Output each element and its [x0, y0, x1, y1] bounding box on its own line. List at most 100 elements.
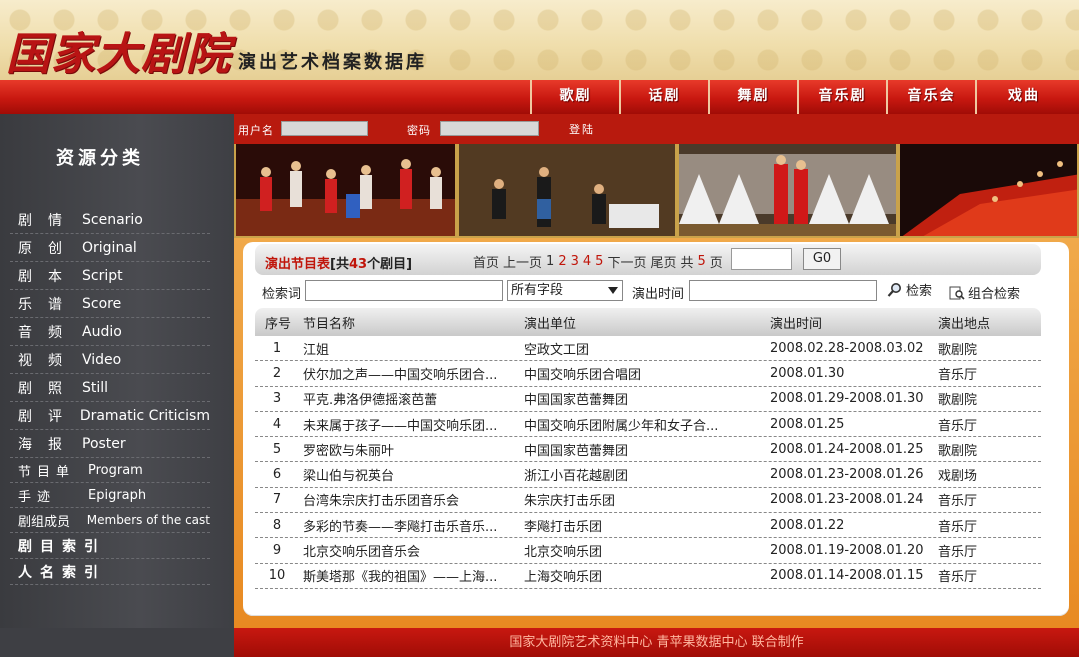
cell-name[interactable]: 罗密欧与朱丽叶 — [299, 440, 524, 459]
cell-name[interactable]: 梁山伯与祝英台 — [299, 465, 524, 484]
nav-item-dance-drama[interactable]: 舞剧 — [708, 80, 797, 114]
cell-place: 音乐厅 — [938, 367, 978, 383]
field-select[interactable]: 所有字段 — [507, 280, 623, 301]
category-en-label: Original — [82, 239, 137, 256]
table-row[interactable]: 9 北京交响乐团音乐会 北京交响乐团 2008.01.19-2008.01.20 音乐厅 — [255, 538, 1041, 564]
table-row[interactable]: 4 未来属于孩子——中国交响乐团... 中国交响乐团附属少年和女子合... 2008.… — [255, 412, 1041, 438]
category-zh-label: 原创 — [18, 240, 78, 257]
cell-no: 9 — [272, 543, 282, 559]
first-page-link[interactable]: 首页 — [473, 252, 499, 271]
category-scenario[interactable]: 剧情 Scenario — [10, 206, 210, 234]
person-index-link[interactable]: 人名索引 — [10, 559, 210, 585]
category-still[interactable]: 剧照 Still — [10, 374, 210, 402]
page-link[interactable]: 2 — [558, 254, 566, 269]
category-epigraph[interactable]: 手迹 Epigraph — [10, 483, 210, 508]
table-row[interactable]: 7 台湾朱宗庆打击乐团音乐会 朱宗庆打击乐团 2008.01.23-2008.01.2… — [255, 488, 1041, 514]
category-score[interactable]: 乐谱 Score — [10, 290, 210, 318]
cell-name[interactable]: 台湾朱宗庆打击乐团音乐会 — [299, 490, 524, 509]
cell-time: 2008.01.30 — [770, 365, 845, 381]
cell-name[interactable]: 北京交响乐团音乐会 — [299, 541, 524, 560]
page-link[interactable]: 4 — [583, 254, 591, 269]
category-en-label: Video — [82, 351, 122, 368]
page-link[interactable]: 1 — [546, 254, 554, 269]
category-en-label: Script — [82, 267, 123, 284]
category-zh-label: 视频 — [18, 352, 78, 369]
col-header-no: 序号 — [265, 316, 292, 332]
cell-name[interactable]: 未来属于孩子——中国交响乐团... — [299, 415, 524, 434]
prev-page-link[interactable]: 上一页 — [503, 252, 542, 271]
table-header: 序号 节目名称 演出单位 演出时间 演出地点 — [255, 308, 1041, 336]
category-zh-label: 剧照 — [18, 380, 78, 397]
performance-time-input[interactable] — [689, 280, 877, 301]
cell-place: 戏剧场 — [938, 469, 978, 485]
table-row[interactable]: 10 斯美塔那《我的祖国》——上海... 上海交响乐团 2008.01.14-2008… — [255, 564, 1041, 589]
nav-item-opera[interactable]: 歌剧 — [530, 80, 619, 114]
category-en-label: Members of the cast — [86, 513, 210, 527]
table-row[interactable]: 5 罗密欧与朱丽叶 中国国家芭蕾舞团 2008.01.24-2008.01.25 歌剧院 — [255, 437, 1041, 463]
cell-name[interactable]: 斯美塔那《我的祖国》——上海... — [299, 566, 524, 585]
repertoire-index-link[interactable]: 剧目索引 — [10, 533, 210, 559]
page-link[interactable]: 5 — [595, 254, 603, 269]
category-zh-label: 乐谱 — [18, 296, 78, 313]
list-title-text: 演出节目表 — [265, 257, 331, 272]
category-script[interactable]: 剧本 Script — [10, 262, 210, 290]
category-audio[interactable]: 音频 Audio — [10, 318, 210, 346]
username-input[interactable] — [281, 121, 368, 136]
sidebar-footer — [0, 628, 234, 657]
category-zh-label: 剧组成员 — [18, 514, 71, 530]
search-button-label: 检索 — [906, 284, 933, 299]
category-en-label: Dramatic Criticism — [79, 407, 210, 424]
category-en-label: Audio — [82, 323, 122, 340]
cell-unit: 中国交响乐团附属少年和女子合... — [524, 418, 719, 434]
category-members-of-cast[interactable]: 剧组成员 Members of the cast — [10, 508, 210, 533]
cell-time: 2008.01.23-2008.01.26 — [770, 467, 924, 483]
cell-name[interactable]: 伏尔加之声——中国交响乐团合... — [299, 364, 524, 383]
table-row[interactable]: 3 平克.弗洛伊德摇滚芭蕾 中国国家芭蕾舞团 2008.01.29-2008.01.3… — [255, 387, 1041, 412]
advanced-search-button[interactable]: 组合检索 — [949, 283, 1020, 302]
category-zh-label: 节目单 — [18, 464, 76, 480]
category-dramatic-criticism[interactable]: 剧评 Dramatic Criticism — [10, 402, 210, 430]
nav-item-drama[interactable]: 话剧 — [619, 80, 708, 114]
password-label: 密码 — [407, 124, 431, 137]
cell-no: 2 — [272, 365, 282, 381]
count-suffix: 个剧目] — [367, 257, 413, 272]
table-row[interactable]: 2 伏尔加之声——中国交响乐团合... 中国交响乐团合唱团 2008.01.30 音乐厅 — [255, 361, 1041, 387]
col-header-unit: 演出单位 — [524, 316, 577, 332]
login-button[interactable]: 登陆 — [569, 121, 595, 137]
cell-unit: 中国国家芭蕾舞团 — [524, 443, 629, 459]
stage-photo-concert — [898, 144, 1079, 238]
page-link[interactable]: 3 — [571, 254, 579, 269]
search-bar: 检索词 所有字段 演出时间 检索 组合检索 — [255, 278, 1041, 304]
nav-item-concert[interactable]: 音乐会 — [886, 80, 975, 114]
keyword-input[interactable] — [305, 280, 503, 301]
category-program[interactable]: 节目单 Program — [10, 458, 210, 483]
next-page-link[interactable]: 下一页 — [607, 252, 646, 271]
table-row[interactable]: 6 梁山伯与祝英台 浙江小百花越剧团 2008.01.23-2008.01.26 戏剧场 — [255, 462, 1041, 488]
total-pages-prefix: 共 — [680, 256, 694, 271]
category-original[interactable]: 原创 Original — [10, 234, 210, 262]
site-logo[interactable]: 国家大剧院 — [6, 18, 231, 80]
col-header-name: 节目名称 — [303, 316, 356, 332]
category-video[interactable]: 视频 Video — [10, 346, 210, 374]
cell-unit: 浙江小百花越剧团 — [524, 469, 629, 485]
page-number-input[interactable] — [731, 248, 792, 270]
go-button[interactable]: G0 — [803, 248, 841, 270]
category-en-label: Scenario — [82, 211, 143, 228]
category-poster[interactable]: 海报 Poster — [10, 430, 210, 458]
cell-name[interactable]: 江姐 — [299, 339, 524, 358]
program-list-panel: 演出节目表[共43个剧目] 首页 上一页 1 2 3 4 5 下一页 尾页 共 … — [243, 242, 1069, 616]
search-button[interactable]: 检索 — [887, 280, 932, 299]
table-row[interactable]: 1 江姐 空政文工团 2008.02.28-2008.03.02 歌剧院 — [255, 336, 1041, 362]
password-input[interactable] — [440, 121, 539, 136]
cell-place: 音乐厅 — [938, 545, 978, 561]
index-label: 剧目索引 — [18, 538, 106, 555]
nav-item-musical[interactable]: 音乐剧 — [797, 80, 886, 114]
cell-time: 2008.01.29-2008.01.30 — [770, 391, 924, 407]
last-page-link[interactable]: 尾页 — [650, 252, 676, 271]
nav-item-chinese-opera[interactable]: 戏曲 — [975, 80, 1071, 114]
cell-name[interactable]: 平克.弗洛伊德摇滚芭蕾 — [299, 389, 524, 408]
cell-place: 音乐厅 — [938, 418, 978, 434]
cell-time: 2008.01.19-2008.01.20 — [770, 543, 924, 559]
cell-name[interactable]: 多彩的节奏——李飚打击乐音乐... — [299, 516, 524, 535]
table-row[interactable]: 8 多彩的节奏——李飚打击乐音乐... 李飚打击乐团 2008.01.22 音乐厅 — [255, 513, 1041, 539]
